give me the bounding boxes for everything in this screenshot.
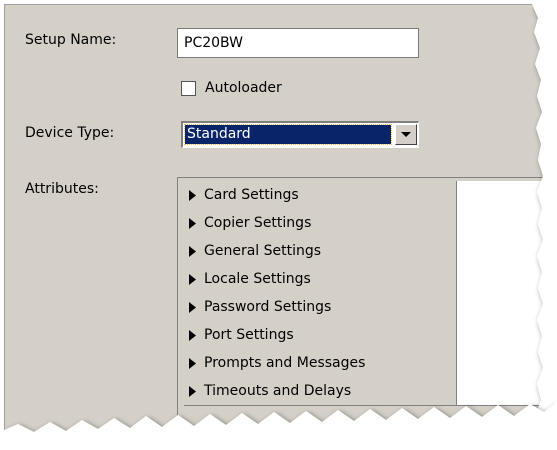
expand-arrow-icon[interactable] xyxy=(188,273,197,285)
attribute-name-cell[interactable]: Prompts and Messages xyxy=(184,349,457,378)
attribute-row-password-settings[interactable]: Password Settings xyxy=(184,293,557,322)
attribute-name-cell[interactable]: Card Settings xyxy=(184,181,457,210)
expand-arrow-icon[interactable] xyxy=(188,189,197,201)
expand-arrow-icon[interactable] xyxy=(188,301,197,313)
device-type-selected-value: Standard xyxy=(184,124,392,145)
expand-arrow-icon[interactable] xyxy=(188,245,197,257)
attribute-name-cell[interactable]: Password Settings xyxy=(184,293,457,322)
autoloader-checkbox-row[interactable]: Autoloader xyxy=(181,80,282,96)
attribute-name-cell[interactable]: General Settings xyxy=(184,237,457,266)
attribute-value-cell[interactable] xyxy=(457,321,557,350)
device-type-dropdown-button[interactable] xyxy=(395,124,417,145)
device-type-select[interactable]: Standard xyxy=(181,121,419,148)
attribute-value-cell[interactable] xyxy=(457,209,557,238)
attribute-row-card-settings[interactable]: Card Settings xyxy=(184,181,557,210)
setup-name-input[interactable]: PC20BW xyxy=(177,28,419,58)
attribute-label: Card Settings xyxy=(204,187,299,203)
attribute-label: Password Settings xyxy=(204,299,332,315)
attribute-label: Timeouts and Delays xyxy=(204,383,352,399)
attribute-row-copier-settings[interactable]: Copier Settings xyxy=(184,209,557,238)
attribute-row-locale-settings[interactable]: Locale Settings xyxy=(184,265,557,294)
expand-arrow-icon[interactable] xyxy=(188,329,197,341)
attribute-name-cell[interactable]: Port Settings xyxy=(184,321,457,350)
expand-arrow-icon[interactable] xyxy=(188,217,197,229)
expand-arrow-icon[interactable] xyxy=(188,357,197,369)
attribute-name-cell[interactable]: Locale Settings xyxy=(184,265,457,294)
device-type-label: Device Type: xyxy=(25,125,115,141)
attribute-label: Port Settings xyxy=(204,327,294,343)
attribute-name-cell[interactable]: Copier Settings xyxy=(184,209,457,238)
attribute-label: Locale Settings xyxy=(204,271,311,287)
attribute-name-cell[interactable]: Timeouts and Delays xyxy=(184,377,457,406)
attribute-value-cell[interactable] xyxy=(457,237,557,266)
attribute-value-cell[interactable] xyxy=(457,265,557,294)
attribute-label: Prompts and Messages xyxy=(204,355,366,371)
attribute-row-prompts-and-messages[interactable]: Prompts and Messages xyxy=(184,349,557,378)
autoloader-checkbox[interactable] xyxy=(181,80,196,96)
attribute-row-port-settings[interactable]: Port Settings xyxy=(184,321,557,350)
attribute-value-cell[interactable] xyxy=(457,349,557,378)
chevron-down-icon xyxy=(401,132,411,137)
attributes-label: Attributes: xyxy=(25,181,99,197)
dialog-frame: Setup Name: PC20BW Autoloader Device Typ… xyxy=(4,4,557,450)
attribute-row-general-settings[interactable]: General Settings xyxy=(184,237,557,266)
attribute-label: General Settings xyxy=(204,243,322,259)
attribute-value-cell[interactable] xyxy=(457,377,557,406)
setup-name-label: Setup Name: xyxy=(25,32,117,48)
attribute-label: Copier Settings xyxy=(204,215,312,231)
attribute-value-cell[interactable] xyxy=(457,293,557,322)
attributes-grid[interactable]: Card Settings Copier Settings General Se… xyxy=(177,177,557,450)
attribute-value-cell[interactable] xyxy=(457,181,557,210)
expand-arrow-icon[interactable] xyxy=(188,385,197,397)
attribute-row-timeouts-and-delays[interactable]: Timeouts and Delays xyxy=(184,377,557,406)
setup-panel: Setup Name: PC20BW Autoloader Device Typ… xyxy=(4,4,557,450)
autoloader-label: Autoloader xyxy=(205,80,282,96)
